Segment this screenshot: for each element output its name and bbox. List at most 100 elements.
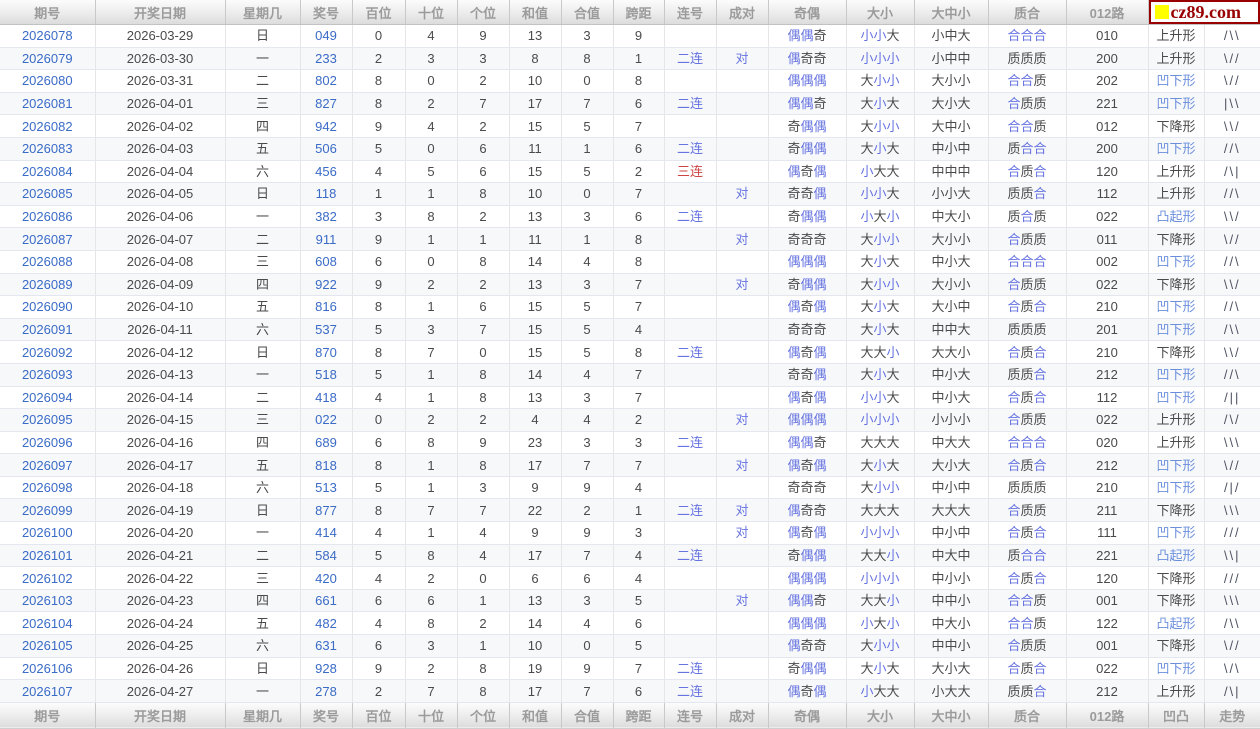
char-blue: 小 — [860, 412, 873, 427]
period-link[interactable]: 2026095 — [22, 412, 73, 427]
cell-number: 870 — [300, 341, 352, 364]
char-blue: 偶 — [814, 299, 827, 314]
cell-shape: 上升形 — [1148, 25, 1204, 48]
char-blue: 偶 — [787, 299, 800, 314]
period-link[interactable]: 2026089 — [22, 277, 73, 292]
shape-label: 上升形 — [1156, 435, 1195, 450]
period-link[interactable]: 2026084 — [22, 164, 73, 179]
period-link[interactable]: 2026097 — [22, 458, 73, 473]
number-link[interactable]: 420 — [315, 571, 337, 586]
cell-odd-even: 偶奇偶 — [768, 386, 846, 409]
table-row: 20260912026-04-11六5375371554奇奇奇大小大中中大质质质… — [0, 318, 1260, 341]
period-link[interactable]: 2026092 — [22, 345, 73, 360]
period-link[interactable]: 2026082 — [22, 119, 73, 134]
period-link[interactable]: 2026107 — [22, 684, 73, 699]
cell-pair — [716, 92, 768, 115]
cell-pair: 对 — [716, 228, 768, 251]
cell-pair: 对 — [716, 499, 768, 522]
period-link[interactable]: 2026099 — [22, 503, 73, 518]
period-link[interactable]: 2026103 — [22, 593, 73, 608]
cell-date: 2026-04-18 — [95, 476, 225, 499]
number-link[interactable]: 802 — [315, 73, 337, 88]
cell-hundreds: 4 — [352, 612, 405, 635]
number-link[interactable]: 942 — [315, 119, 337, 134]
char-dark: 奇 — [787, 548, 800, 563]
period-link[interactable]: 2026106 — [22, 661, 73, 676]
number-link[interactable]: 818 — [315, 458, 337, 473]
number-link[interactable]: 608 — [315, 254, 337, 269]
shape-label: 上升形 — [1156, 186, 1195, 201]
number-link[interactable]: 456 — [315, 164, 337, 179]
number-link[interactable]: 584 — [315, 548, 337, 563]
period-link[interactable]: 2026101 — [22, 548, 73, 563]
number-link[interactable]: 513 — [315, 480, 337, 495]
cell-units: 7 — [457, 318, 509, 341]
period-link[interactable]: 2026104 — [22, 616, 73, 631]
number-link[interactable]: 689 — [315, 435, 337, 450]
lottery-trend-table: 期号开奖日期星期几奖号百位十位个位和值合值跨距连号成对奇偶大小大中小质合012路… — [0, 0, 1260, 729]
char-dark: 大 — [860, 119, 873, 134]
period-link[interactable]: 2026086 — [22, 209, 73, 224]
period-link[interactable]: 2026087 — [22, 232, 73, 247]
char-blue: 小 — [860, 51, 873, 66]
number-link[interactable]: 278 — [315, 684, 337, 699]
number-link[interactable]: 382 — [315, 209, 337, 224]
number-link[interactable]: 506 — [315, 141, 337, 156]
period-link[interactable]: 2026088 — [22, 254, 73, 269]
site-logo[interactable]: cz89.com — [1149, 0, 1260, 24]
trend-marks: \\/ — [1224, 119, 1241, 134]
consecutive-badge: 三连 — [677, 164, 703, 179]
char-dark: 大 — [873, 548, 886, 563]
period-link[interactable]: 2026102 — [22, 571, 73, 586]
number-link[interactable]: 922 — [315, 277, 337, 292]
shape-label: 上升形 — [1156, 684, 1195, 699]
period-link[interactable]: 2026098 — [22, 480, 73, 495]
period-link[interactable]: 2026080 — [22, 73, 73, 88]
char-dark: 大 — [860, 593, 873, 608]
number-link[interactable]: 022 — [315, 412, 337, 427]
number-link[interactable]: 661 — [315, 593, 337, 608]
cell-period: 2026106 — [0, 657, 95, 680]
char-dark: 奇 — [814, 51, 827, 66]
period-link[interactable]: 2026094 — [22, 390, 73, 405]
trend-marks: //\ — [1224, 299, 1241, 314]
number-link[interactable]: 414 — [315, 525, 337, 540]
number-link[interactable]: 418 — [315, 390, 337, 405]
cell-period: 2026078 — [0, 25, 95, 48]
number-link[interactable]: 118 — [316, 186, 337, 201]
char-dark: 质 — [1034, 322, 1047, 337]
footer-header-date: 开奖日期 — [95, 702, 225, 728]
number-link[interactable]: 631 — [315, 638, 337, 653]
number-link[interactable]: 928 — [315, 661, 337, 676]
cell-road012: 212 — [1066, 363, 1148, 386]
number-link[interactable]: 816 — [315, 299, 337, 314]
period-link[interactable]: 2026079 — [22, 51, 73, 66]
cell-prime-composite: 合质质 — [988, 92, 1066, 115]
number-link[interactable]: 049 — [315, 28, 337, 43]
period-link[interactable]: 2026085 — [22, 186, 73, 201]
period-link[interactable]: 2026078 — [22, 28, 73, 43]
table-row: 20260992026-04-19日8778772221二连对偶奇奇大大大大大大… — [0, 499, 1260, 522]
cell-period: 2026088 — [0, 250, 95, 273]
header-period: 期号 — [0, 0, 95, 25]
number-link[interactable]: 870 — [315, 345, 337, 360]
number-link[interactable]: 827 — [315, 96, 337, 111]
number-link[interactable]: 877 — [315, 503, 337, 518]
period-link[interactable]: 2026096 — [22, 435, 73, 450]
period-link[interactable]: 2026081 — [22, 96, 73, 111]
cell-combined: 9 — [561, 476, 613, 499]
period-link[interactable]: 2026093 — [22, 367, 73, 382]
pair-badge: 对 — [735, 186, 748, 201]
period-link[interactable]: 2026083 — [22, 141, 73, 156]
number-link[interactable]: 482 — [315, 616, 337, 631]
char-blue: 合 — [1007, 164, 1020, 179]
number-link[interactable]: 518 — [315, 367, 337, 382]
number-link[interactable]: 537 — [315, 322, 337, 337]
period-link[interactable]: 2026100 — [22, 525, 73, 540]
period-link[interactable]: 2026091 — [22, 322, 73, 337]
cell-sum: 17 — [509, 544, 561, 567]
number-link[interactable]: 911 — [316, 232, 337, 247]
number-link[interactable]: 233 — [315, 51, 337, 66]
period-link[interactable]: 2026090 — [22, 299, 73, 314]
period-link[interactable]: 2026105 — [22, 638, 73, 653]
